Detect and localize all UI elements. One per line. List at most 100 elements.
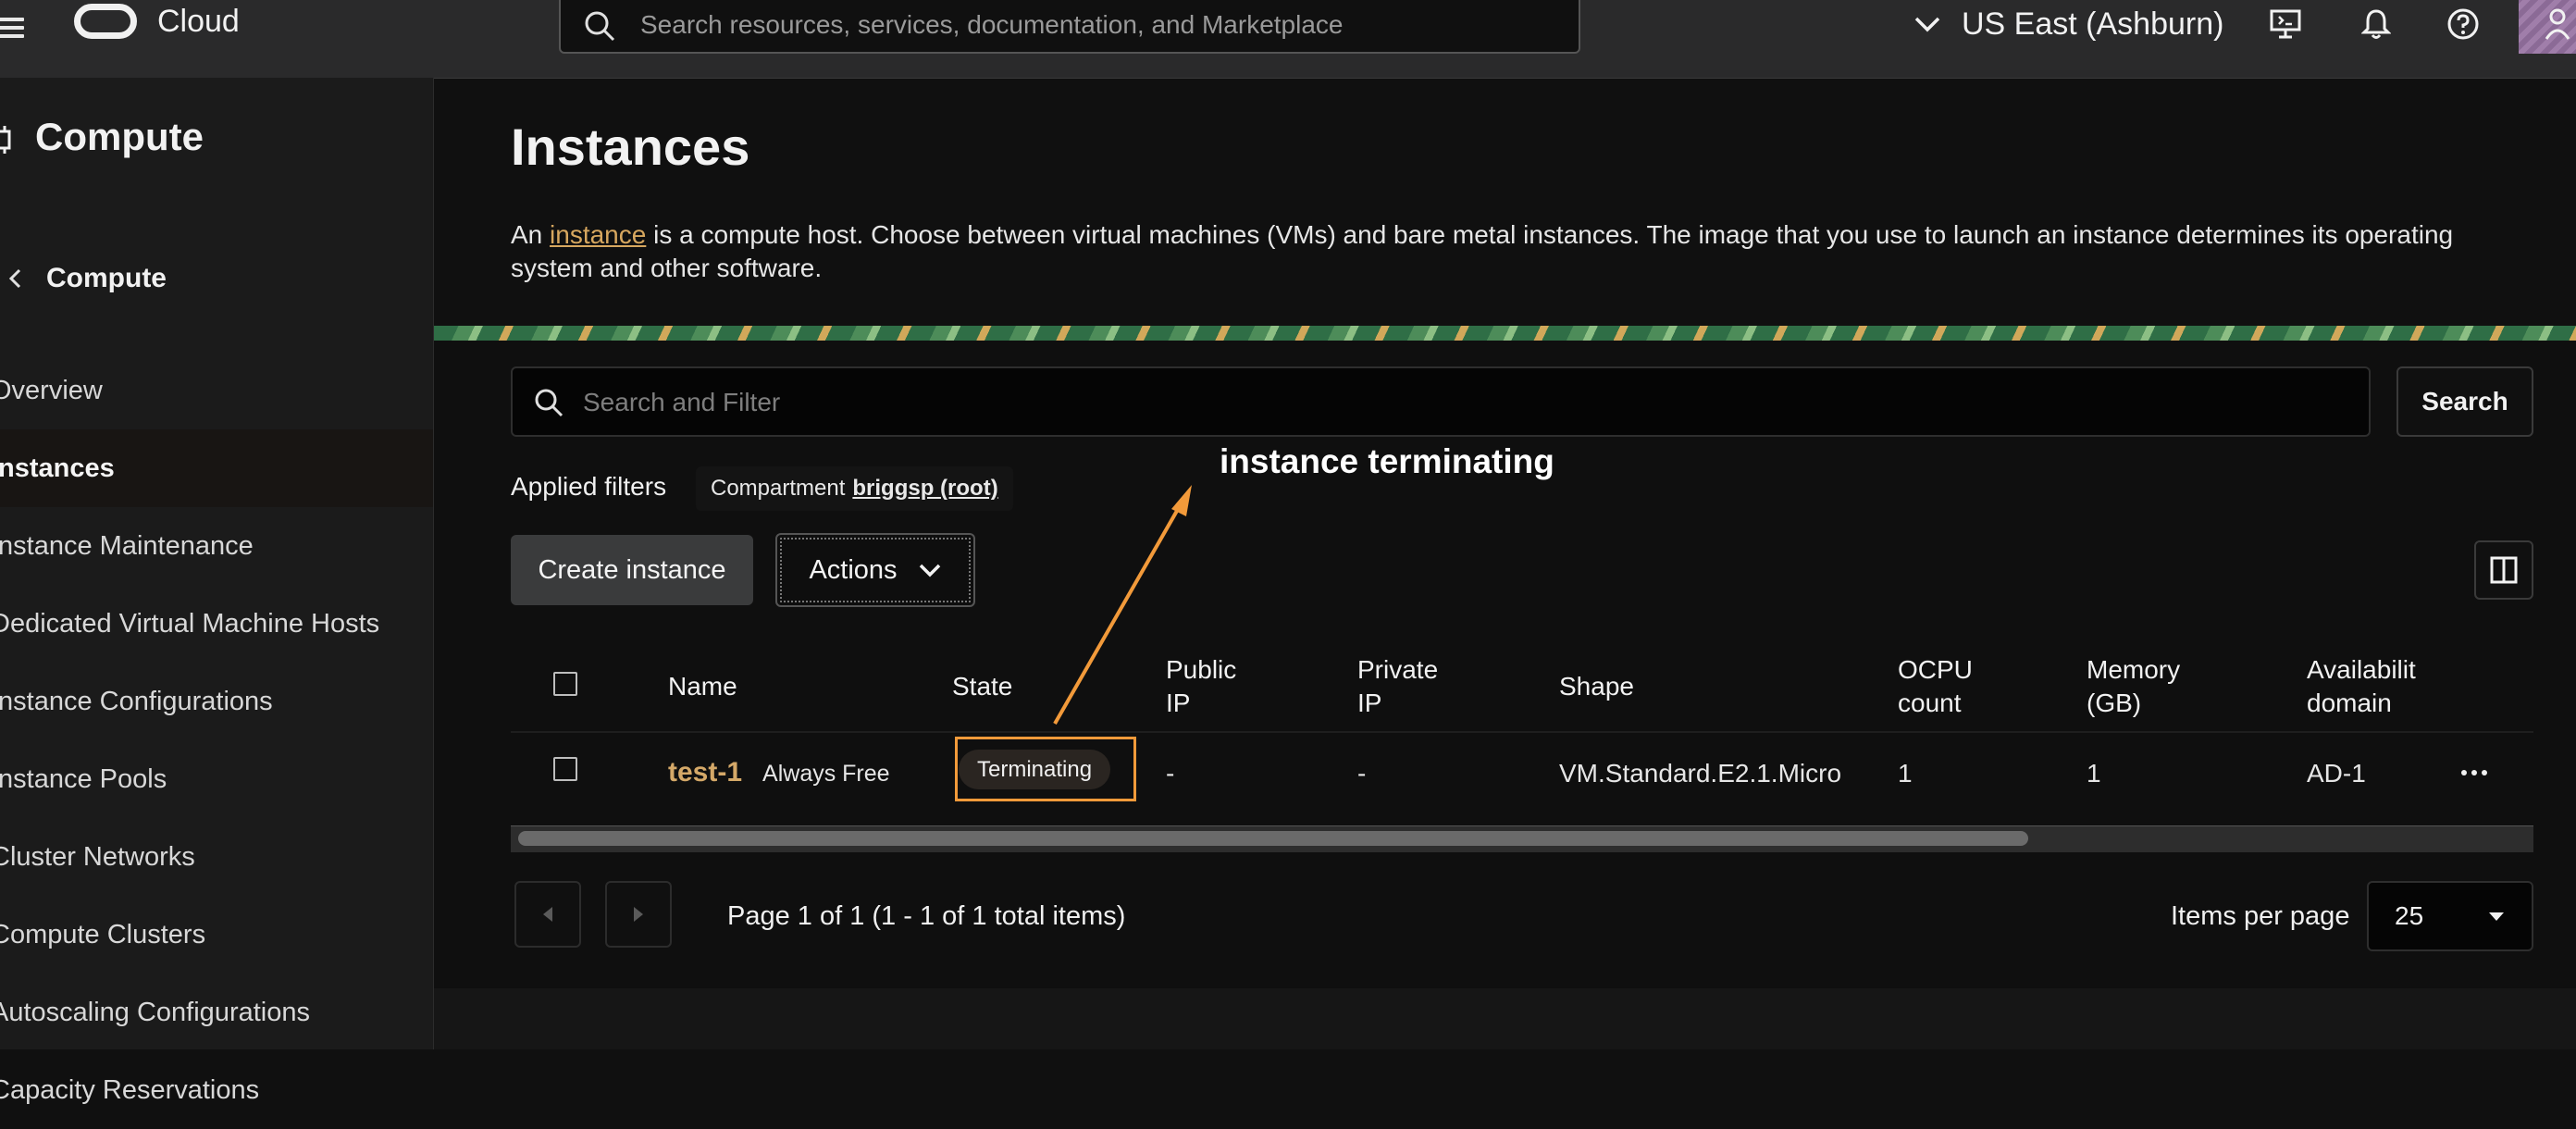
sidebar-item-label: Instance Pools: [0, 763, 167, 794]
ocpu-cell: 1: [1898, 759, 1913, 788]
sidebar-item-label: Overview: [0, 375, 103, 405]
column-settings-button[interactable]: [2474, 540, 2533, 600]
sidebar-back-label: Compute: [46, 263, 167, 293]
header-line: domain: [2307, 689, 2392, 717]
sidebar-item-cluster-networks[interactable]: Cluster Networks: [0, 818, 433, 896]
column-header-state[interactable]: State: [952, 670, 1012, 703]
availability-domain-cell: AD-1: [2307, 759, 2366, 788]
header-line: (GB): [2087, 689, 2142, 717]
pagination-info: Page 1 of 1 (1 - 1 of 1 total items): [727, 901, 1126, 931]
column-header-availability-domain[interactable]: Availabilit domain: [2307, 653, 2427, 720]
sidebar-item-label: Autoscaling Configurations: [0, 997, 310, 1027]
instance-name-link[interactable]: test-1: [668, 757, 742, 788]
oracle-logo[interactable]: [74, 4, 137, 39]
select-all-checkbox[interactable]: [553, 672, 577, 696]
sidebar-title: Compute: [35, 115, 204, 158]
horizontal-scrollbar-thumb[interactable]: [518, 831, 2028, 846]
sidebar-item-label: Compute Clusters: [0, 919, 206, 949]
actions-label: Actions: [809, 554, 898, 585]
sidebar-item-autoscaling-configurations[interactable]: Autoscaling Configurations: [0, 974, 433, 1051]
header-line: Availabilit: [2307, 655, 2416, 684]
sidebar-item-label: Instance Configurations: [0, 686, 273, 716]
sidebar-item-instances[interactable]: Instances: [0, 429, 433, 507]
chevron-left-icon: [8, 268, 21, 289]
sidebar-back-link[interactable]: Compute: [7, 263, 167, 294]
bell-icon[interactable]: [2356, 4, 2396, 44]
sidebar: Compute Compute Overview Instances Insta…: [0, 78, 434, 1105]
table-row-name-cell: test-1 Always Free: [668, 757, 890, 788]
decorative-banner: [434, 326, 2576, 341]
sidebar-item-compute-clusters[interactable]: Compute Clusters: [0, 896, 433, 974]
sidebar-item-capacity-reservations[interactable]: Capacity Reservations: [0, 1051, 433, 1129]
compute-chip-icon: [0, 126, 11, 154]
caret-right-icon: [634, 907, 643, 922]
shape-cell: VM.Standard.E2.1.Micro: [1559, 759, 1842, 788]
sidebar-item-overview[interactable]: Overview: [0, 352, 433, 429]
cloud-shell-icon[interactable]: [2265, 4, 2306, 44]
region-label: US East (Ashburn): [1962, 6, 2224, 42]
footer-strip: [434, 988, 2576, 1049]
items-per-page-select[interactable]: 25: [2367, 881, 2533, 951]
page-description: An instance is a compute host. Choose be…: [511, 218, 2509, 285]
compartment-value-link[interactable]: briggsp (root): [852, 476, 997, 502]
always-free-tag: Always Free: [762, 761, 890, 787]
actions-dropdown-button[interactable]: Actions: [775, 533, 975, 607]
search-button[interactable]: Search: [2396, 366, 2533, 437]
header-line: Memory: [2087, 655, 2181, 684]
page-title: Instances: [511, 118, 750, 176]
column-header-name[interactable]: Name: [668, 670, 737, 703]
memory-cell: 1: [2087, 759, 2101, 788]
sidebar-item-label: Cluster Networks: [0, 841, 195, 872]
header-line: IP: [1357, 689, 1382, 717]
sidebar-item-instance-pools[interactable]: Instance Pools: [0, 740, 433, 818]
filter-search-box[interactable]: [511, 366, 2371, 437]
brand-label[interactable]: Cloud: [157, 4, 240, 40]
description-text: An: [511, 220, 551, 249]
header-line: OCPU: [1898, 655, 1973, 684]
column-header-shape[interactable]: Shape: [1559, 670, 1634, 703]
column-header-private-ip[interactable]: Private IP: [1357, 653, 1438, 720]
previous-page-button[interactable]: [514, 881, 581, 948]
top-bar: Cloud US East (Ashburn): [0, 0, 2576, 79]
applied-filters-label: Applied filters: [511, 472, 667, 501]
caret-left-icon: [543, 907, 552, 922]
caret-down-icon: [2489, 912, 2504, 921]
sidebar-item-dedicated-vm-hosts[interactable]: Dedicated Virtual Machine Hosts: [0, 585, 433, 663]
search-icon: [585, 11, 615, 42]
compartment-filter-chip[interactable]: Compartment briggsp (root): [696, 466, 1013, 511]
sidebar-item-instance-maintenance[interactable]: Instance Maintenance: [0, 507, 433, 585]
create-instance-button[interactable]: Create instance: [511, 535, 753, 605]
annotation-arrow-icon: [1053, 485, 1192, 725]
annotation-label: instance terminating: [1220, 442, 1554, 480]
global-search-input[interactable]: [640, 9, 1529, 41]
table-header-divider: [511, 731, 2533, 733]
content-panel: [434, 341, 2576, 988]
items-per-page-label: Items per page: [2171, 901, 2350, 931]
chevron-down-icon: [1914, 17, 1940, 32]
header-line: count: [1898, 689, 1962, 717]
next-page-button[interactable]: [605, 881, 672, 948]
global-search-box[interactable]: [559, 0, 1580, 54]
column-header-memory[interactable]: Memory (GB): [2087, 653, 2180, 720]
private-ip-cell: -: [1357, 759, 1367, 788]
search-icon: [535, 389, 564, 417]
sidebar-item-label: Dedicated Virtual Machine Hosts: [0, 608, 380, 639]
sidebar-item-label: Instance Maintenance: [0, 530, 254, 561]
instance-doc-link[interactable]: instance: [550, 220, 646, 249]
table-row-checkbox-cell: [553, 757, 577, 781]
row-actions-menu-icon[interactable]: [2461, 759, 2489, 787]
public-ip-cell: -: [1166, 759, 1175, 788]
chevron-down-icon: [919, 564, 940, 577]
region-selector[interactable]: US East (Ashburn): [1913, 0, 2223, 48]
sidebar-item-instance-configurations[interactable]: Instance Configurations: [0, 663, 433, 740]
help-icon[interactable]: [2443, 4, 2483, 44]
annotation-highlight-box: [955, 737, 1136, 801]
sidebar-item-label: Instances: [0, 453, 115, 483]
row-checkbox[interactable]: [553, 757, 577, 781]
compartment-label: Compartment: [711, 476, 846, 501]
user-avatar[interactable]: [2519, 0, 2576, 54]
column-header-ocpu-count[interactable]: OCPU count: [1898, 653, 1973, 720]
columns-icon: [2490, 556, 2518, 584]
menu-icon[interactable]: [0, 13, 24, 41]
filter-search-input[interactable]: [583, 387, 2248, 418]
